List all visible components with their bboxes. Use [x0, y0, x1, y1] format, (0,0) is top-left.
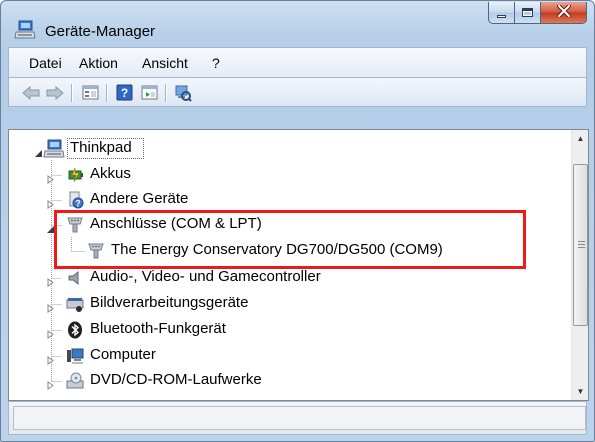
forward-icon [46, 85, 64, 100]
tree-item-bildverarbeitung[interactable]: Bildverarbeitungsgeräte [9, 292, 569, 316]
tree-item-akkus[interactable]: Akkus [9, 163, 569, 187]
svg-text:?: ? [75, 199, 81, 209]
tree-item-bluetooth[interactable]: Bluetooth-Funkgerät [9, 318, 569, 342]
minimize-button[interactable] [488, 2, 515, 24]
menu-datei[interactable]: Datei [29, 55, 62, 71]
device-manager-app-icon [14, 20, 36, 40]
scroll-thumb[interactable] [573, 164, 588, 326]
properties-button[interactable] [80, 83, 100, 102]
tree-label: Bildverarbeitungsgeräte [90, 294, 249, 311]
tree-item-computer[interactable]: Computer [9, 344, 569, 368]
tree-label: Computer [90, 346, 156, 363]
menu-bar: Datei Aktion Ansicht ? [8, 47, 587, 77]
collapse-icon[interactable] [34, 145, 43, 157]
help-button[interactable]: ? [114, 83, 134, 102]
view-icon [141, 85, 157, 100]
tree-item-andere-geraete[interactable]: ? Andere Geräte [9, 188, 569, 212]
properties-icon [82, 85, 98, 100]
tree-root-thinkpad[interactable]: Thinkpad [9, 137, 569, 161]
back-icon [22, 85, 40, 100]
expand-icon[interactable] [46, 196, 55, 209]
tree-label: Bluetooth-Funkgerät [90, 320, 226, 337]
toolbar: ? [8, 77, 587, 107]
svg-text:?: ? [120, 86, 127, 100]
tree-label: Thinkpad [70, 139, 132, 156]
expand-icon[interactable] [46, 171, 55, 184]
scroll-up-icon[interactable]: ▲ [572, 130, 588, 147]
maximize-icon [522, 8, 533, 17]
menu-aktion[interactable]: Aktion [79, 55, 118, 71]
grip-line [578, 247, 585, 248]
expand-icon[interactable] [46, 274, 55, 287]
dvd-drive-icon [66, 372, 84, 390]
tree-item-audio-video[interactable]: Audio-, Video- und Gamecontroller [9, 266, 569, 290]
expand-icon[interactable] [46, 326, 55, 339]
maximize-button[interactable] [515, 2, 541, 24]
forward-button[interactable] [45, 83, 65, 102]
vertical-scrollbar[interactable]: ▲ ▼ [571, 130, 588, 400]
toolbar-separator [106, 84, 107, 102]
speaker-icon [66, 269, 84, 287]
scanner-icon [66, 295, 84, 313]
minimize-icon [497, 15, 506, 18]
expand-icon[interactable] [46, 377, 55, 390]
status-bar-panel [13, 406, 586, 430]
close-icon [555, 3, 572, 21]
tree-label: DVD/CD-ROM-Laufwerke [90, 371, 262, 388]
tree-label: Andere Geräte [90, 190, 189, 207]
grip-line [578, 244, 585, 245]
menu-help[interactable]: ? [212, 55, 220, 71]
window-title: Geräte-Manager [45, 23, 156, 40]
title-bar[interactable]: Geräte-Manager [1, 1, 594, 47]
computer-root-icon [43, 139, 65, 159]
menu-ansicht[interactable]: Ansicht [142, 55, 188, 71]
caption-buttons [488, 2, 587, 24]
highlight-box [54, 210, 526, 269]
battery-icon [66, 166, 84, 184]
scan-hardware-button[interactable] [173, 83, 193, 102]
status-bar [8, 401, 587, 435]
toolbar-separator [71, 84, 72, 102]
device-manager-window: Geräte-Manager Datei Aktion Ansicht ? ? … [0, 0, 595, 442]
scroll-down-icon[interactable]: ▼ [572, 383, 588, 400]
unknown-device-icon: ? [66, 191, 84, 209]
bluetooth-icon [66, 321, 84, 339]
view-button[interactable] [139, 83, 159, 102]
tree-label: Audio-, Video- und Gamecontroller [90, 268, 321, 285]
toolbar-separator [165, 84, 166, 102]
tree-label: Akkus [90, 165, 131, 182]
expand-icon[interactable] [46, 300, 55, 313]
tree-item-dvd[interactable]: DVD/CD-ROM-Laufwerke [9, 369, 569, 393]
expand-icon[interactable] [46, 352, 55, 365]
grip-line [578, 241, 585, 242]
computer-icon [66, 347, 84, 365]
scan-hardware-icon [175, 85, 192, 102]
close-button[interactable] [541, 2, 587, 24]
help-icon: ? [116, 84, 132, 101]
back-button[interactable] [21, 83, 41, 102]
